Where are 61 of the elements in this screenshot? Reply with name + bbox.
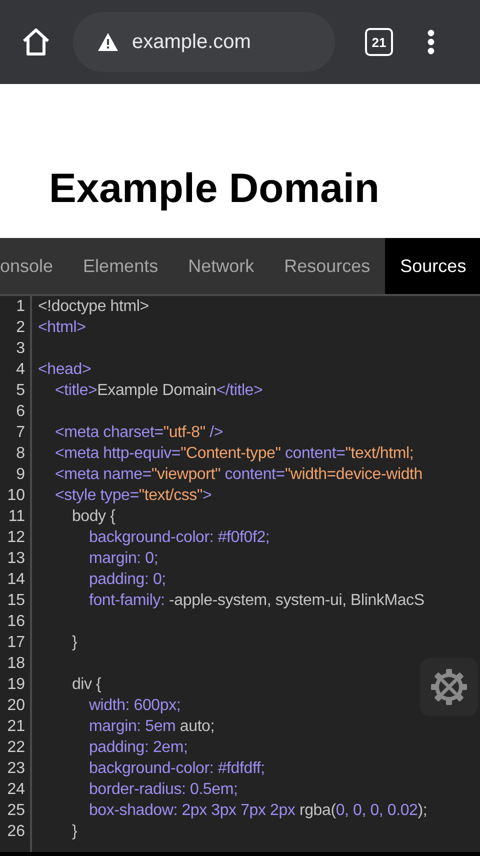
line-number: 2 xyxy=(0,317,32,338)
code-line: margin: 0; xyxy=(88,549,158,569)
line-number: 16 xyxy=(0,611,32,632)
code-line: <meta name="viewport" content="width=device-width xyxy=(54,465,422,485)
line-number: 17 xyxy=(0,632,32,653)
code-line: font-family: -apple-system, system-ui, BlinkMacS xyxy=(88,591,424,611)
url-text: example.com xyxy=(132,30,251,54)
menu-icon[interactable] xyxy=(427,29,435,55)
devtools-tab[interactable]: Resources xyxy=(269,238,386,294)
line-number: 24 xyxy=(0,779,32,800)
code-line: } xyxy=(70,633,78,653)
devtools-tab[interactable]: Elements xyxy=(68,238,174,294)
line-number: 14 xyxy=(0,569,32,590)
code-line: box-shadow: 2px 3px 7px 2px rgba(0, 0, 0, 0.02); xyxy=(88,801,428,821)
code-line: div { xyxy=(70,675,102,695)
code-line: body { xyxy=(70,507,116,527)
devtools-settings-button[interactable] xyxy=(420,658,478,716)
code-line: <html> xyxy=(37,318,86,338)
code-line: background-color: #f0f0f2; xyxy=(88,528,270,548)
address-bar[interactable]: example.com xyxy=(73,12,335,72)
tab-count-button[interactable]: 21 xyxy=(365,28,393,56)
line-number: 18 xyxy=(0,653,32,674)
line-number: 13 xyxy=(0,548,32,569)
line-number: 4 xyxy=(0,359,32,380)
code-line: <style type="text/css"> xyxy=(54,486,212,506)
devtools-tab[interactable]: onsole xyxy=(0,238,68,294)
code-line: } xyxy=(70,822,78,842)
code-line: background-color: #fdfdff; xyxy=(88,759,265,779)
line-number: 23 xyxy=(0,758,32,779)
warning-icon xyxy=(97,32,119,52)
devtools-tab[interactable]: Sources xyxy=(385,238,480,294)
home-icon[interactable] xyxy=(20,26,52,58)
code-line: <meta charset="utf-8" /> xyxy=(54,423,223,443)
code-line: <head> xyxy=(37,360,92,380)
line-number: 7 xyxy=(0,422,32,443)
code-line: border-radius: 0.5em; xyxy=(88,780,238,800)
code-line: <title>Example Domain</title> xyxy=(54,381,263,401)
line-number: 21 xyxy=(0,716,32,737)
line-number: 6 xyxy=(0,401,32,422)
code-line: margin: 5em auto; xyxy=(88,717,215,737)
code-line: padding: 0; xyxy=(88,570,166,590)
line-number: 9 xyxy=(0,464,32,485)
line-number: 5 xyxy=(0,380,32,401)
line-number: 22 xyxy=(0,737,32,758)
code-line: width: 600px; xyxy=(88,696,181,716)
line-number: 11 xyxy=(0,506,32,527)
code-line: <meta http-equiv="Content-type" content="text/html; xyxy=(54,444,414,464)
code-line: <!doctype html> xyxy=(37,297,149,317)
page-heading: Example Domain xyxy=(49,164,380,212)
line-number: 19 xyxy=(0,674,32,695)
line-number: 3 xyxy=(0,338,32,359)
line-number: 26 xyxy=(0,821,32,842)
line-number: 8 xyxy=(0,443,32,464)
line-number: 10 xyxy=(0,485,32,506)
code-line: padding: 2em; xyxy=(88,738,188,758)
line-number: 12 xyxy=(0,527,32,548)
line-number: 25 xyxy=(0,800,32,821)
devtools-tab[interactable]: Network xyxy=(173,238,270,294)
line-number: 1 xyxy=(0,296,32,317)
line-number: 20 xyxy=(0,695,32,716)
line-number: 15 xyxy=(0,590,32,611)
